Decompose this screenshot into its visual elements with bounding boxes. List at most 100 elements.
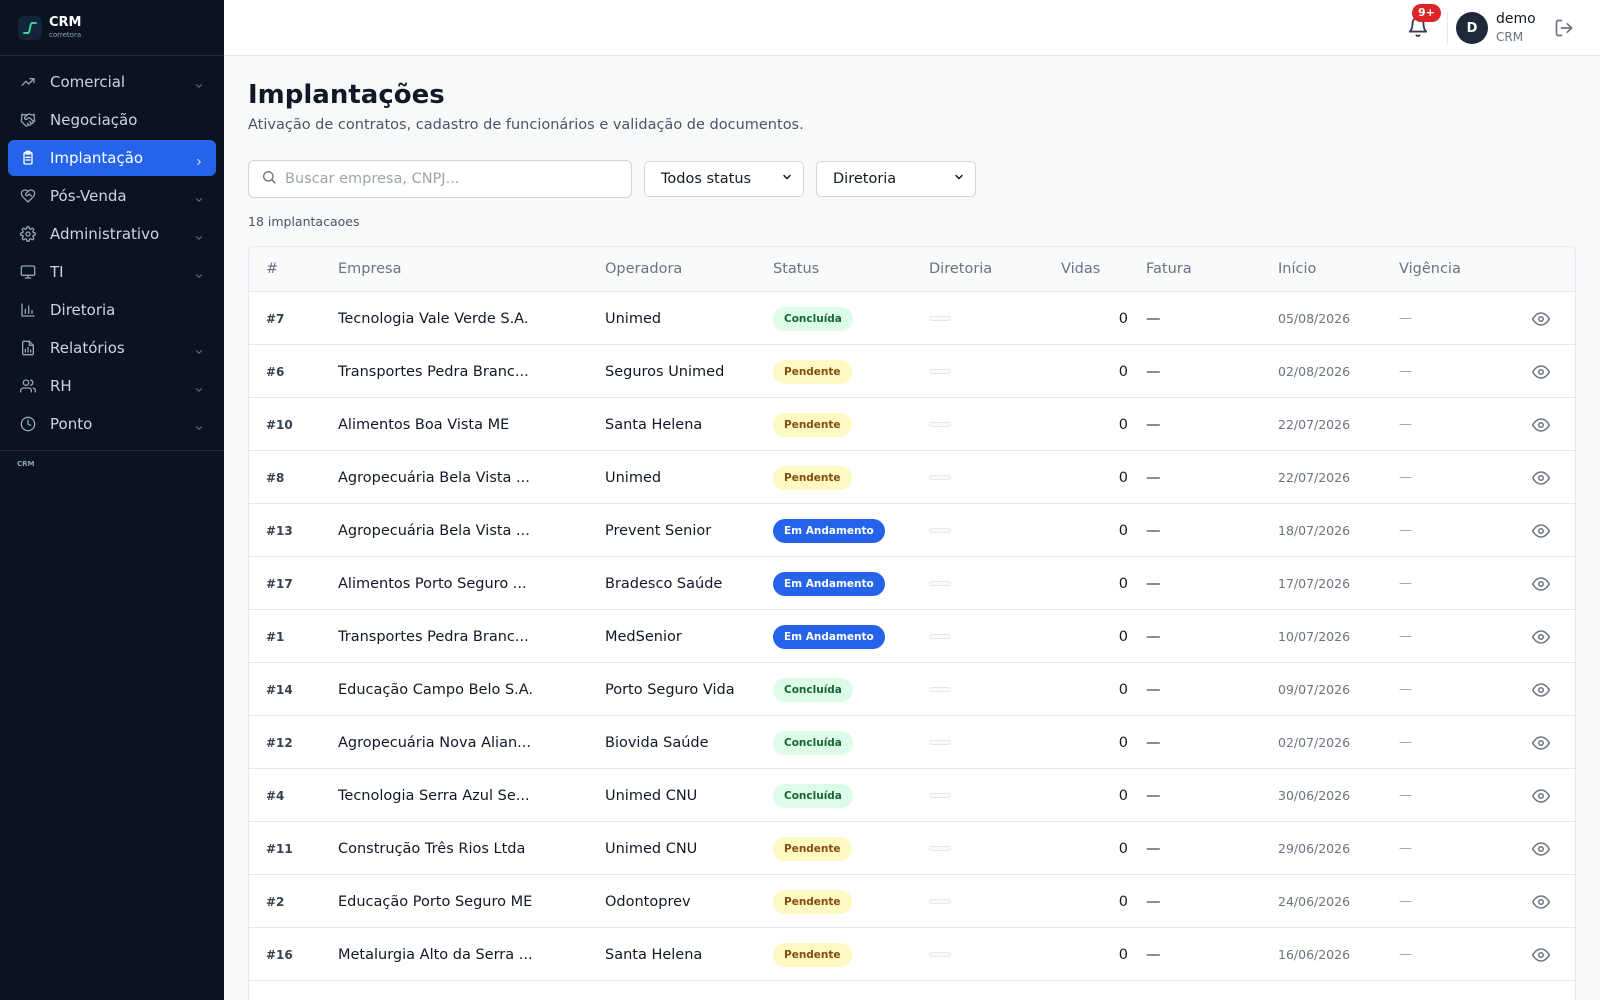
column-header[interactable]: # xyxy=(266,247,278,292)
sidebar-item-negociacao[interactable]: Negociação xyxy=(8,102,216,138)
cell-empresa: Metalurgia Alto da Serra ... xyxy=(338,946,533,963)
search-input[interactable] xyxy=(285,171,605,187)
sidebar-item-pos-venda[interactable]: Pós-Venda xyxy=(8,178,216,214)
cell-fatura: — xyxy=(1146,893,1161,910)
table-row[interactable]: #8 Agropecuária Bela Vista ... Unimed Pende… xyxy=(249,451,1575,504)
sidebar-item-comercial[interactable]: Comercial xyxy=(8,64,216,100)
brand-logo-icon xyxy=(18,15,42,40)
table-row[interactable]: #7 Tecnologia Vale Verde S.A. Unimed Conclu… xyxy=(249,292,1575,345)
table-row[interactable]: #12 Agropecuária Nova Alian... Biovida Saú… xyxy=(249,716,1575,769)
diretoria-select[interactable]: Diretoria xyxy=(816,161,976,197)
cell-fatura: — xyxy=(1146,310,1161,327)
view-button[interactable] xyxy=(1532,822,1556,875)
view-button[interactable] xyxy=(1532,928,1556,981)
column-header[interactable]: Diretoria xyxy=(929,247,992,292)
cell-empresa: Tecnologia Vale Verde S.A. xyxy=(338,310,529,327)
cell-operadora: Bradesco Saúde xyxy=(605,575,723,592)
diretoria-select-value: Diretoria xyxy=(833,171,897,187)
cell-vigencia: — xyxy=(1399,947,1412,962)
brand-title: CRM xyxy=(49,15,82,30)
sidebar-item-ti[interactable]: TI xyxy=(8,254,216,290)
cell-vigencia: — xyxy=(1399,470,1412,485)
cell-vidas: 0 xyxy=(1118,363,1128,380)
view-button[interactable] xyxy=(1532,716,1556,769)
cell-operadora: Prevent Senior xyxy=(605,522,712,539)
view-button[interactable] xyxy=(1532,451,1556,504)
table-row[interactable]: #16 Metalurgia Alto da Serra ... Santa Hel… xyxy=(249,928,1575,981)
search-box[interactable] xyxy=(248,160,632,198)
table-row[interactable]: #17 Alimentos Porto Seguro ... Bradesco Sa… xyxy=(249,557,1575,610)
topbar-divider xyxy=(1447,12,1448,44)
logout-icon[interactable] xyxy=(1554,18,1574,38)
cell-diretoria xyxy=(929,663,1049,716)
user-role: CRM xyxy=(1496,30,1524,44)
cell-diretoria xyxy=(929,716,1049,769)
cell-vidas: 0 xyxy=(1118,522,1128,539)
view-button[interactable] xyxy=(1532,398,1556,451)
table-row[interactable]: #13 Agropecuária Bela Vista ... Prevent Se… xyxy=(249,504,1575,557)
table-row[interactable]: #2 Educação Porto Seguro ME Odontoprev Pend… xyxy=(249,875,1575,928)
view-button[interactable] xyxy=(1532,557,1556,610)
cell-vidas: 0 xyxy=(1118,310,1128,327)
chevron-down-icon xyxy=(194,343,204,354)
view-button[interactable] xyxy=(1532,292,1556,345)
cell-diretoria xyxy=(929,822,1049,875)
user-name[interactable]: demo xyxy=(1496,11,1536,27)
view-button[interactable] xyxy=(1532,345,1556,398)
avatar[interactable]: D xyxy=(1456,12,1488,44)
status-select-value: Todos status xyxy=(661,171,752,187)
table-row[interactable]: #1 Transportes Pedra Branc... MedSenior Em … xyxy=(249,610,1575,663)
cell-vigencia: — xyxy=(1399,894,1412,909)
cell-empresa: Educação Porto Seguro ME xyxy=(338,893,533,910)
chevron-down-icon xyxy=(194,267,204,278)
table-row[interactable]: #4 Tecnologia Serra Azul Se... Unimed CNU C… xyxy=(249,769,1575,822)
table-row[interactable]: #10 Alimentos Boa Vista ME Santa Helena Pen… xyxy=(249,398,1575,451)
eye-icon xyxy=(1532,310,1550,328)
view-button[interactable] xyxy=(1532,663,1556,716)
column-header[interactable]: Status xyxy=(773,247,819,292)
sidebar-item-administrativo[interactable]: Administrativo xyxy=(8,216,216,252)
cell-vidas: 0 xyxy=(1118,628,1128,645)
brand[interactable]: CRM corretora xyxy=(0,0,224,56)
table-row[interactable]: #11 Construção Três Rios Ltda Unimed CNU Pe… xyxy=(249,822,1575,875)
cell-empresa: Agropecuária Bela Vista ... xyxy=(338,522,530,539)
view-button[interactable] xyxy=(1532,610,1556,663)
status-select[interactable]: Todos status xyxy=(644,161,804,197)
sidebar-item-relatorios[interactable]: Relatórios xyxy=(8,330,216,366)
cell-diretoria xyxy=(929,451,1049,504)
view-button[interactable] xyxy=(1532,875,1556,928)
column-header[interactable]: Fatura xyxy=(1146,247,1192,292)
sidebar-item-ponto[interactable]: Ponto xyxy=(8,406,216,442)
eye-icon xyxy=(1532,469,1550,487)
cell-inicio: 09/07/2026 xyxy=(1278,682,1351,697)
column-header[interactable]: Vigência xyxy=(1399,247,1461,292)
sidebar-item-diretoria[interactable]: Diretoria xyxy=(8,292,216,328)
status-badge: Concluída xyxy=(773,306,853,331)
cell-status: Concluída xyxy=(773,663,923,716)
view-button[interactable] xyxy=(1532,504,1556,557)
cell-status: Em Andamento xyxy=(773,557,923,610)
cell-vigencia: — xyxy=(1399,841,1412,856)
column-header[interactable]: Operadora xyxy=(605,247,682,292)
column-header[interactable]: Início xyxy=(1278,247,1316,292)
table-row[interactable]: #14 Educação Campo Belo S.A. Porto Seguro … xyxy=(249,663,1575,716)
chevron-down-icon xyxy=(194,191,204,202)
cell-vidas: 0 xyxy=(1118,840,1128,857)
table-row[interactable]: #6 Transportes Pedra Branc... Seguros Unim… xyxy=(249,345,1575,398)
sidebar-item-rh[interactable]: RH xyxy=(8,368,216,404)
view-button[interactable] xyxy=(1532,769,1556,822)
cell-diretoria xyxy=(929,398,1049,451)
sidebar-item-implantacao[interactable]: Implantação xyxy=(8,140,216,176)
diretoria-placeholder xyxy=(929,581,951,586)
cell-status: Concluída xyxy=(773,769,923,822)
diretoria-placeholder xyxy=(929,316,951,321)
gear-icon xyxy=(20,226,36,242)
column-header[interactable]: Empresa xyxy=(338,247,402,292)
diretoria-placeholder xyxy=(929,793,951,798)
cell-vigencia: — xyxy=(1399,523,1412,538)
cell-status: Pendente xyxy=(773,451,923,504)
cell-id: #1 xyxy=(266,629,285,644)
cell-diretoria xyxy=(929,557,1049,610)
column-header[interactable]: Vidas xyxy=(1061,247,1100,292)
file-chart-icon xyxy=(20,340,36,356)
